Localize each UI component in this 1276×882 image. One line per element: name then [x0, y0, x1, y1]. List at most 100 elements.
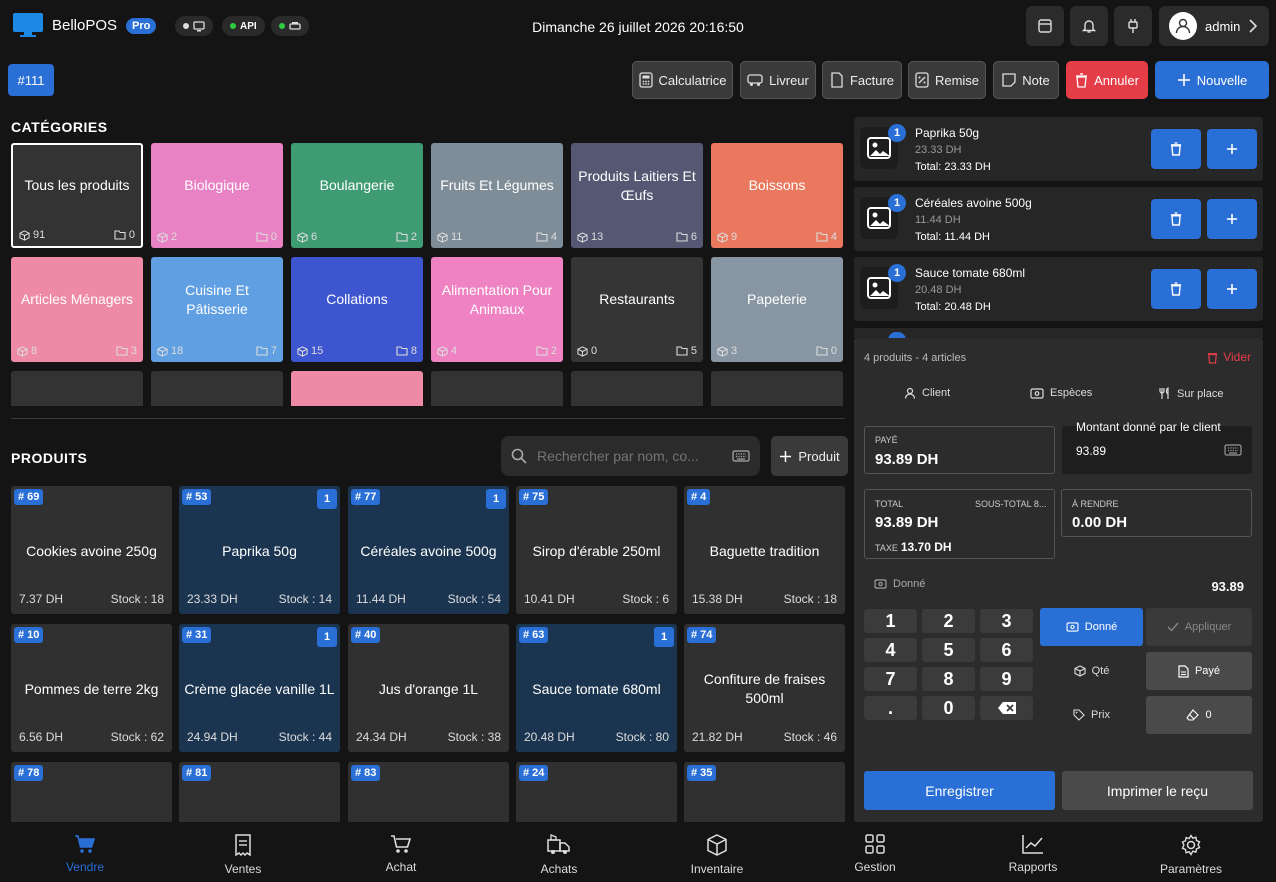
- category-tile[interactable]: Collations 15 8: [291, 257, 423, 362]
- gear-icon: [1180, 834, 1202, 856]
- eraser-button[interactable]: 0: [1146, 696, 1252, 734]
- remove-item-button[interactable]: [1151, 199, 1201, 239]
- category-tile[interactable]: Boulangerie 6 2: [291, 143, 423, 248]
- user-menu[interactable]: admin: [1159, 6, 1269, 46]
- category-tile[interactable]: Boissons 9 4: [711, 143, 843, 248]
- category-tile[interactable]: [431, 371, 563, 406]
- remove-item-button[interactable]: [1151, 269, 1201, 309]
- new-sale-button[interactable]: Nouvelle: [1155, 61, 1269, 99]
- backspace-key[interactable]: [980, 696, 1033, 720]
- cart-item[interactable]: 1 Paprika 50g 23.33 DH Total: 23.33 DH: [854, 117, 1263, 181]
- category-tile[interactable]: [11, 371, 143, 406]
- category-tile[interactable]: Produits Laitiers Et Œufs 13 6: [571, 143, 703, 248]
- invoice-icon: [1178, 664, 1189, 678]
- category-tile[interactable]: [571, 371, 703, 406]
- category-tile[interactable]: [291, 371, 423, 406]
- keypad-key[interactable]: .: [864, 696, 917, 720]
- keypad-key[interactable]: 7: [864, 667, 917, 691]
- product-card[interactable]: # 31 1 Crème glacée vanille 1L 24.94 DH Stoc…: [179, 624, 340, 752]
- add-product-button[interactable]: Produit: [771, 436, 848, 476]
- category-tile[interactable]: Alimentation Pour Animaux 4 2: [431, 257, 563, 362]
- keypad-key[interactable]: 8: [922, 667, 975, 691]
- amount-given-value[interactable]: 93.89: [1076, 444, 1106, 458]
- keypad-key[interactable]: 1: [864, 609, 917, 633]
- category-name: Restaurants: [599, 291, 675, 307]
- nav-item[interactable]: Vendre: [6, 822, 164, 882]
- product-card[interactable]: # 83 Nourriture chat adulte: [348, 762, 509, 822]
- save-button[interactable]: Enregistrer: [864, 771, 1055, 810]
- increment-item-button[interactable]: [1207, 269, 1257, 309]
- notifications-button[interactable]: [1070, 6, 1108, 46]
- category-tile[interactable]: [151, 371, 283, 406]
- nav-item[interactable]: Rapports: [954, 822, 1112, 882]
- ticket-tab[interactable]: #111: [8, 64, 54, 96]
- product-card[interactable]: # 77 1 Céréales avoine 500g 11.44 DH Stock :…: [348, 486, 509, 614]
- increment-item-button[interactable]: [1207, 199, 1257, 239]
- product-card[interactable]: # 35: [684, 762, 845, 822]
- nav-item[interactable]: Ventes: [164, 822, 322, 882]
- app-name: BelloPOS: [52, 17, 118, 34]
- keypad-key[interactable]: 5: [922, 638, 975, 662]
- search-field[interactable]: [501, 436, 760, 476]
- clear-cart-button[interactable]: Vider: [1207, 350, 1251, 364]
- product-card[interactable]: # 24: [516, 762, 677, 822]
- product-number: # 83: [351, 765, 381, 781]
- chevron-right-icon: [1249, 19, 1258, 33]
- folder-icon: [676, 232, 688, 242]
- category-tile[interactable]: Restaurants 0 5: [571, 257, 703, 362]
- nav-label: Gestion: [854, 860, 896, 874]
- product-card[interactable]: # 40 Jus d'orange 1L 24.34 DH Stock : 38: [348, 624, 509, 752]
- product-card[interactable]: # 81: [179, 762, 340, 822]
- keypad-key[interactable]: 6: [980, 638, 1033, 662]
- given-mode-button[interactable]: Donné: [1040, 608, 1143, 646]
- product-card[interactable]: # 74 Confiture de fraises 500ml 21.82 DH St…: [684, 624, 845, 752]
- category-tile[interactable]: Fruits Et Légumes 11 4: [431, 143, 563, 248]
- keypad-key[interactable]: 0: [922, 696, 975, 720]
- keypad-key[interactable]: 3: [980, 609, 1033, 633]
- product-card[interactable]: # 53 1 Paprika 50g 23.33 DH Stock : 14: [179, 486, 340, 614]
- note-button[interactable]: Note: [993, 61, 1059, 99]
- product-card[interactable]: # 10 Pommes de terre 2kg 6.56 DH Stock : 62: [11, 624, 172, 752]
- category-tile[interactable]: Biologique 2 0: [151, 143, 283, 248]
- category-tile[interactable]: [711, 371, 843, 406]
- product-card[interactable]: # 4 Baguette tradition 15.38 DH Stock : 18: [684, 486, 845, 614]
- client-button[interactable]: Client: [904, 387, 950, 399]
- nav-item[interactable]: Achat: [322, 822, 480, 882]
- nav-item[interactable]: Achats: [480, 822, 638, 882]
- nav-item[interactable]: Gestion: [796, 822, 954, 882]
- cancel-button[interactable]: Annuler: [1066, 61, 1148, 99]
- keypad-key[interactable]: 9: [980, 667, 1033, 691]
- category-tile[interactable]: Cuisine Et Pâtisserie 18 7: [151, 257, 283, 362]
- discount-button[interactable]: Remise: [908, 61, 986, 99]
- window-button[interactable]: [1026, 6, 1064, 46]
- calculator-button[interactable]: Calculatrice: [632, 61, 733, 99]
- apply-button[interactable]: Appliquer: [1146, 608, 1252, 646]
- product-card[interactable]: # 78 Céréales riz croustillant: [11, 762, 172, 822]
- remove-item-button[interactable]: [1151, 129, 1201, 169]
- product-card[interactable]: # 63 1 Sauce tomate 680ml 20.48 DH Stock : 8…: [516, 624, 677, 752]
- product-card[interactable]: # 69 Cookies avoine 250g 7.37 DH Stock : 18: [11, 486, 172, 614]
- nav-item[interactable]: Paramètres: [1112, 822, 1270, 882]
- product-card[interactable]: # 75 Sirop d'érable 250ml 10.41 DH Stock : …: [516, 486, 677, 614]
- quantity-mode-button[interactable]: Qté: [1040, 652, 1143, 690]
- amount-given-field[interactable]: Montant donné par le client 93.89: [1062, 420, 1252, 474]
- category-tile[interactable]: Papeterie 3 0: [711, 257, 843, 362]
- nav-item[interactable]: Inventaire: [638, 822, 796, 882]
- cart-item[interactable]: 1 Céréales avoine 500g 11.44 DH Total: 11.4…: [854, 187, 1263, 251]
- price-mode-button[interactable]: Prix: [1040, 696, 1143, 734]
- dine-in-button[interactable]: Sur place: [1159, 387, 1223, 400]
- delivery-button[interactable]: Livreur: [740, 61, 816, 99]
- payment-method-button[interactable]: Espèces: [1030, 387, 1092, 399]
- keypad-key[interactable]: 4: [864, 638, 917, 662]
- paid-mode-button[interactable]: Payé: [1146, 652, 1252, 690]
- increment-item-button[interactable]: [1207, 129, 1257, 169]
- category-tile[interactable]: Tous les produits 91 0: [11, 143, 143, 248]
- print-receipt-button[interactable]: Imprimer le reçu: [1062, 771, 1253, 810]
- pro-badge: Pro: [126, 18, 157, 34]
- search-input[interactable]: [537, 444, 717, 468]
- plug-button[interactable]: [1114, 6, 1152, 46]
- invoice-button[interactable]: Facture: [822, 61, 902, 99]
- cart-item[interactable]: 1 Sauce tomate 680ml 20.48 DH Total: 20.48 …: [854, 257, 1263, 321]
- category-tile[interactable]: Articles Ménagers 8 3: [11, 257, 143, 362]
- keypad-key[interactable]: 2: [922, 609, 975, 633]
